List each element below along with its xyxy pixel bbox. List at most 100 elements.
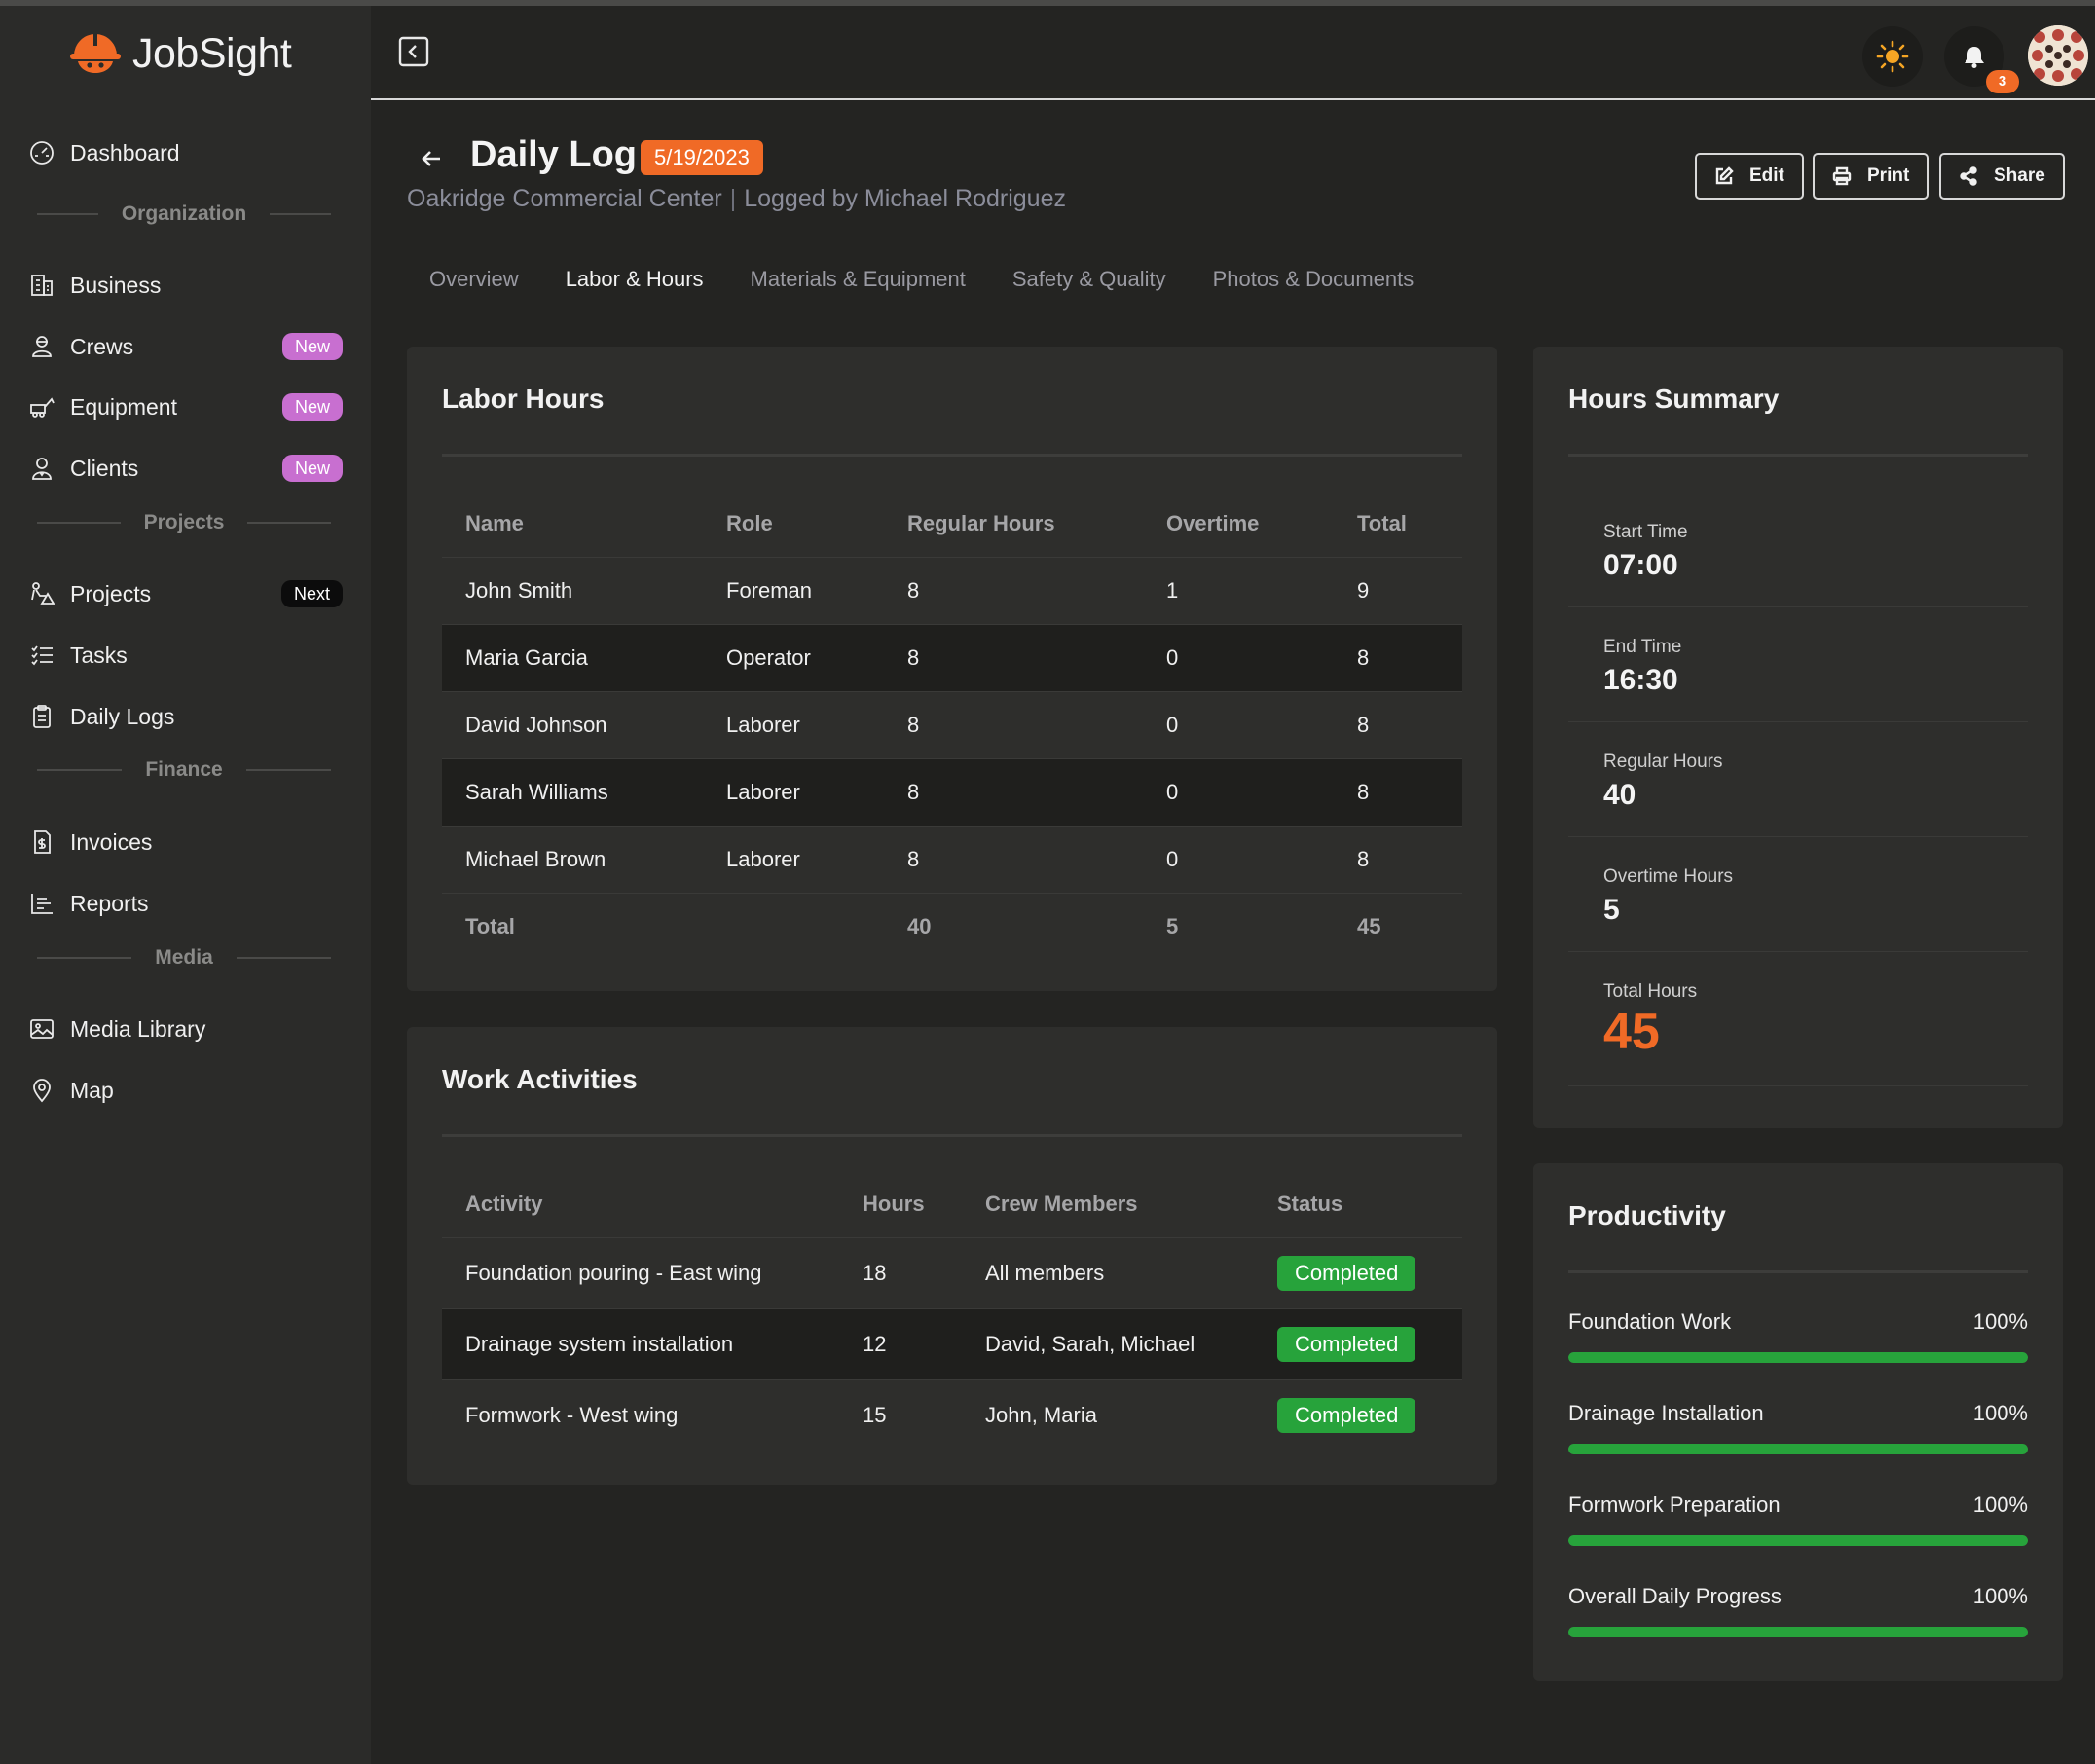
summary-item-overtime-hours: Overtime Hours 5 (1568, 837, 2028, 952)
total-cell (703, 892, 884, 960)
productivity-percent: 100% (1972, 1401, 2028, 1425)
table-row: John Smith Foreman 8 1 9 (442, 556, 1462, 624)
table-cell: 0 (1143, 825, 1334, 893)
sidebar-collapse-button[interactable] (397, 35, 430, 68)
summary-label: End Time (1603, 637, 1682, 657)
progress-track (1568, 1352, 2028, 1363)
sidebar-item-tasks[interactable]: Tasks (27, 631, 345, 680)
work-activities-table: Activity Hours Crew Members Status Foundatio… (442, 1171, 1462, 1451)
back-button[interactable] (417, 144, 446, 173)
printer-icon (1832, 166, 1852, 186)
progress-fill (1568, 1352, 2028, 1363)
column-header[interactable]: Overtime (1143, 491, 1334, 557)
summary-item-end-time: End Time 16:30 (1568, 607, 2028, 722)
table-cell: Maria Garcia (442, 623, 703, 691)
sidebar-item-daily-logs[interactable]: Daily Logs (27, 692, 345, 741)
section-line (247, 522, 331, 524)
nav-section-media: Media (37, 943, 332, 973)
productivity-label: Drainage Installation (1568, 1401, 1764, 1425)
table-header-row: Name Role Regular Hours Overtime Total (442, 491, 1462, 557)
sidebar-item-label: Dashboard (70, 139, 180, 165)
progress-track (1568, 1444, 2028, 1454)
table-row: Formwork - West wing 15 John, Maria Complet… (442, 1378, 1462, 1451)
table-cell: 0 (1143, 690, 1334, 758)
table-cell: Michael Brown (442, 825, 703, 893)
hardhat-logo-icon (70, 32, 121, 73)
sidebar-item-media-library[interactable]: Media Library (27, 1005, 345, 1053)
sidebar-item-clients[interactable]: Clients New (27, 444, 345, 493)
table-cell: 8 (1334, 757, 1462, 826)
date-badge: 5/19/2023 (641, 140, 763, 175)
tab-overview[interactable]: Overview (429, 267, 519, 306)
project-name: Oakridge Commercial Center (407, 185, 722, 212)
total-cell: 40 (884, 892, 1143, 960)
card-divider (442, 1134, 1462, 1137)
column-header[interactable]: Name (442, 491, 703, 557)
summary-label: Start Time (1603, 522, 1688, 542)
brand[interactable]: JobSight (64, 19, 292, 88)
user-avatar[interactable] (2028, 25, 2088, 86)
arrow-left-icon (422, 151, 440, 166)
productivity-card: Productivity Foundation Work 100% Drainage… (1533, 1163, 2063, 1681)
table-cell: Formwork - West wing (442, 1378, 839, 1451)
edit-button[interactable]: Edit (1695, 153, 1804, 200)
tab-materials-equipment[interactable]: Materials & Equipment (751, 267, 966, 306)
table-cell: Sarah Williams (442, 757, 703, 826)
sidebar-item-dashboard[interactable]: Dashboard (27, 129, 345, 177)
table-cell: 12 (839, 1307, 962, 1379)
sidebar-item-crews[interactable]: Crews New (27, 322, 345, 371)
column-header[interactable]: Activity (442, 1171, 839, 1237)
table-row: Maria Garcia Operator 8 0 8 (442, 623, 1462, 691)
edit-icon (1715, 166, 1734, 185)
theme-toggle-button[interactable] (1862, 26, 1923, 87)
share-button-label: Share (1994, 165, 2045, 186)
detail-tabs: Overview Labor & Hours Materials & Equipme… (429, 267, 1460, 306)
nav-badge: New (281, 393, 343, 421)
page-title: Daily Log (470, 134, 638, 175)
sidebar-item-label: Reports (70, 890, 149, 916)
table-cell: 8 (1334, 690, 1462, 758)
print-button-label: Print (1867, 165, 1910, 186)
column-header[interactable]: Status (1254, 1171, 1462, 1237)
column-header[interactable]: Total (1334, 491, 1462, 557)
top-bar: 3 (371, 6, 2095, 100)
nav-section-finance: Finance (37, 755, 332, 785)
column-header[interactable]: Hours (839, 1171, 962, 1237)
column-header[interactable]: Regular Hours (884, 491, 1143, 557)
summary-label: Regular Hours (1603, 752, 1723, 772)
collapse-sidebar-icon (398, 36, 429, 67)
logged-by: Logged by Michael Rodriguez (744, 185, 1066, 212)
tab-labor-hours[interactable]: Labor & Hours (566, 267, 704, 306)
sidebar-item-projects[interactable]: Projects Next (27, 570, 345, 618)
tab-photos-documents[interactable]: Photos & Documents (1213, 267, 1415, 306)
sidebar-item-invoices[interactable]: Invoices (27, 818, 345, 866)
table-cell: Foreman (703, 556, 884, 624)
clipboard-icon (27, 702, 56, 731)
section-line (236, 957, 332, 959)
summary-value: 40 (1603, 779, 1636, 811)
print-button[interactable]: Print (1813, 153, 1930, 200)
status-badge: Completed (1277, 1397, 1416, 1433)
table-cell: 8 (1334, 623, 1462, 691)
nav-section-label: Media (155, 946, 213, 969)
total-cell: 5 (1143, 892, 1334, 960)
tasks-icon (27, 641, 56, 670)
share-button[interactable]: Share (1939, 153, 2065, 200)
progress-fill (1568, 1627, 2028, 1637)
column-header[interactable]: Role (703, 491, 884, 557)
edit-button-label: Edit (1749, 165, 1784, 186)
status-badge: Completed (1277, 1326, 1416, 1362)
map-pin-icon (27, 1076, 56, 1105)
table-cell: John, Maria (962, 1378, 1254, 1451)
sidebar-item-map[interactable]: Map (27, 1066, 345, 1115)
table-row: Sarah Williams Laborer 8 0 8 (442, 757, 1462, 826)
table-cell: Foundation pouring - East wing (442, 1236, 839, 1308)
tab-safety-quality[interactable]: Safety & Quality (1012, 267, 1166, 306)
table-cell: John Smith (442, 556, 703, 624)
table-row: Foundation pouring - East wing 18 All memb… (442, 1236, 1462, 1308)
image-icon (27, 1014, 56, 1044)
sidebar-item-business[interactable]: Business (27, 261, 345, 310)
sidebar-item-reports[interactable]: Reports (27, 879, 345, 928)
column-header[interactable]: Crew Members (962, 1171, 1254, 1237)
sidebar-item-equipment[interactable]: Equipment New (27, 383, 345, 431)
